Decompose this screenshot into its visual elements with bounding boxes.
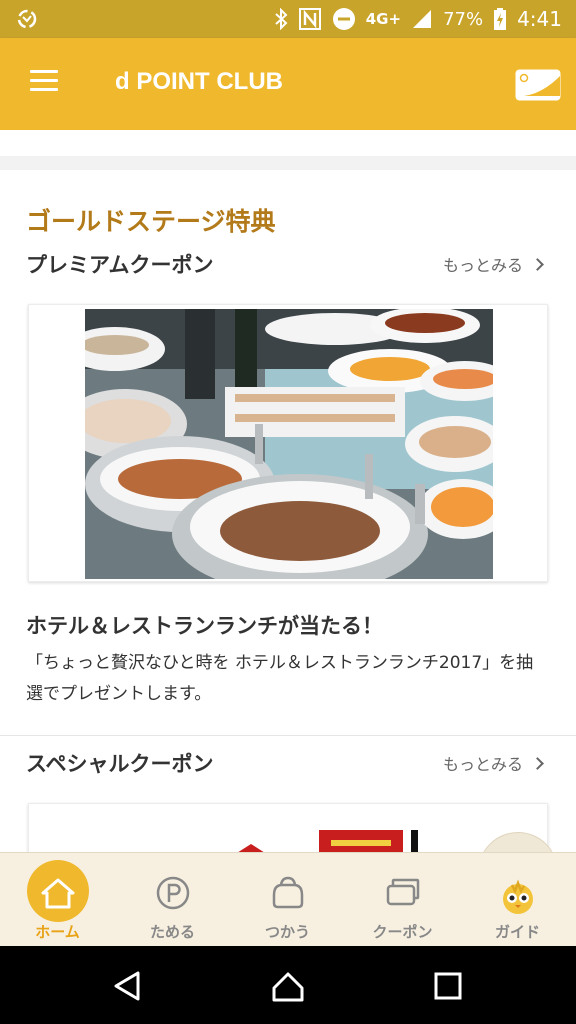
coupon-icon xyxy=(386,878,420,906)
mascot-icon xyxy=(503,879,533,914)
system-nav-bar xyxy=(0,946,576,1024)
nav-label: ためる xyxy=(149,923,195,941)
nav-coupon[interactable]: クーポン xyxy=(345,853,460,947)
special-coupon-image xyxy=(238,830,418,852)
nav-home[interactable]: ホーム xyxy=(0,853,115,947)
clock: 4:41 xyxy=(517,7,562,31)
point-p-icon xyxy=(156,876,190,910)
chevron-right-icon xyxy=(531,257,544,271)
app-title: d POINT CLUB xyxy=(115,68,283,95)
divider xyxy=(0,735,576,736)
stage-title: ゴールドステージ特典 xyxy=(26,207,276,236)
main-content[interactable]: ゴールドステージ特典 プレミアムクーポン もっとみる ホテル＆レストランランチが… xyxy=(0,130,576,852)
nav-label: ガイド xyxy=(494,923,540,941)
nfc-icon xyxy=(298,8,321,30)
nav-tsukau[interactable]: つかう xyxy=(230,853,345,947)
app-bar: d POINT CLUB xyxy=(0,38,576,130)
bottom-nav: ホーム ためる つかう クーポン ガイド xyxy=(0,852,576,946)
gold-stage-panel: ゴールドステージ特典 プレミアムクーポン もっとみる ホテル＆レストランランチが… xyxy=(0,170,576,852)
premium-coupon-heading: プレミアムクーポン xyxy=(26,253,214,277)
status-bar: 4G+ 77% 4:41 xyxy=(0,0,576,38)
nav-label: つかう xyxy=(264,923,310,941)
do-not-disturb-icon xyxy=(332,8,355,30)
special-coupon-heading: スペシャルクーポン xyxy=(26,752,214,776)
chevron-right-icon xyxy=(531,756,544,770)
nav-label: ホーム xyxy=(35,923,80,941)
nav-tameru[interactable]: ためる xyxy=(115,853,230,947)
more-link-label: もっとみる xyxy=(442,256,523,275)
special-more-link[interactable]: もっとみる xyxy=(442,751,544,775)
coupon-description: 「ちょっと贅沢なひと時を ホテル＆レストランランチ2017」を抽選でプレゼントし… xyxy=(26,653,534,704)
previous-section-edge xyxy=(0,130,576,156)
bluetooth-icon xyxy=(275,8,288,30)
premium-more-link[interactable]: もっとみる xyxy=(442,252,544,276)
hamburger-menu-icon[interactable] xyxy=(30,70,58,92)
coupon-title[interactable]: ホテル＆レストランランチが当たる！ xyxy=(26,610,383,640)
network-type: 4G+ xyxy=(365,10,402,28)
nav-label: クーポン xyxy=(372,923,433,941)
dpoint-card-icon[interactable] xyxy=(514,68,562,102)
buffet-photo xyxy=(85,309,493,579)
back-icon[interactable] xyxy=(110,968,146,1004)
premium-coupon-card[interactable] xyxy=(28,304,548,582)
home-icon xyxy=(41,878,75,909)
home-button-icon[interactable] xyxy=(270,968,306,1004)
battery-charging-icon xyxy=(494,8,507,30)
sync-icon xyxy=(17,9,37,29)
recents-icon[interactable] xyxy=(430,968,466,1004)
battery-percent: 77% xyxy=(443,8,484,30)
signal-icon xyxy=(413,10,432,28)
nav-guide[interactable]: ガイド xyxy=(460,853,575,947)
special-coupon-card[interactable] xyxy=(28,803,548,852)
wallet-icon xyxy=(272,876,304,909)
more-link-label: もっとみる xyxy=(442,755,523,774)
